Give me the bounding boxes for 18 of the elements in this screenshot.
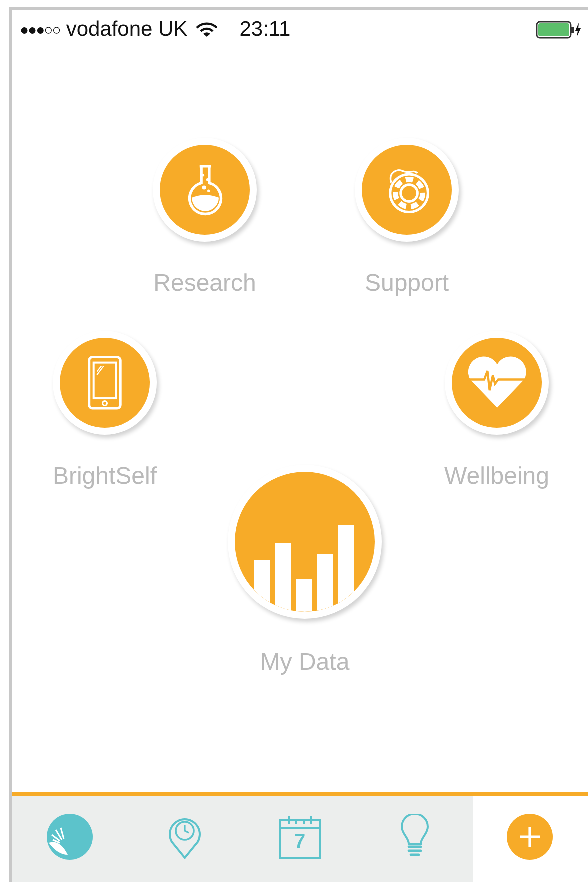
phone-icon — [87, 355, 123, 411]
menu-label: Support — [364, 270, 450, 298]
tab[interactable] — [472, 796, 588, 882]
calendar-icon — [278, 814, 322, 860]
bar-chart-icon — [254, 525, 354, 612]
plus-icon — [507, 814, 554, 860]
signal-strength: ●●●○○ — [20, 22, 60, 38]
sun-disc-icon — [46, 813, 94, 861]
menu-label: My Data — [260, 649, 350, 677]
tab[interactable]: 7 — [242, 796, 358, 882]
wifi-icon — [196, 22, 218, 38]
battery-icon — [536, 21, 582, 39]
clock-time: 23:11 — [240, 18, 291, 42]
menu-label: BrightSelf — [52, 463, 158, 491]
carrier-name: vodafone UK — [66, 18, 188, 42]
menu-label: Wellbeing — [444, 463, 550, 491]
menu-label: Research — [154, 270, 256, 298]
calendar-day: 7 — [294, 831, 306, 854]
